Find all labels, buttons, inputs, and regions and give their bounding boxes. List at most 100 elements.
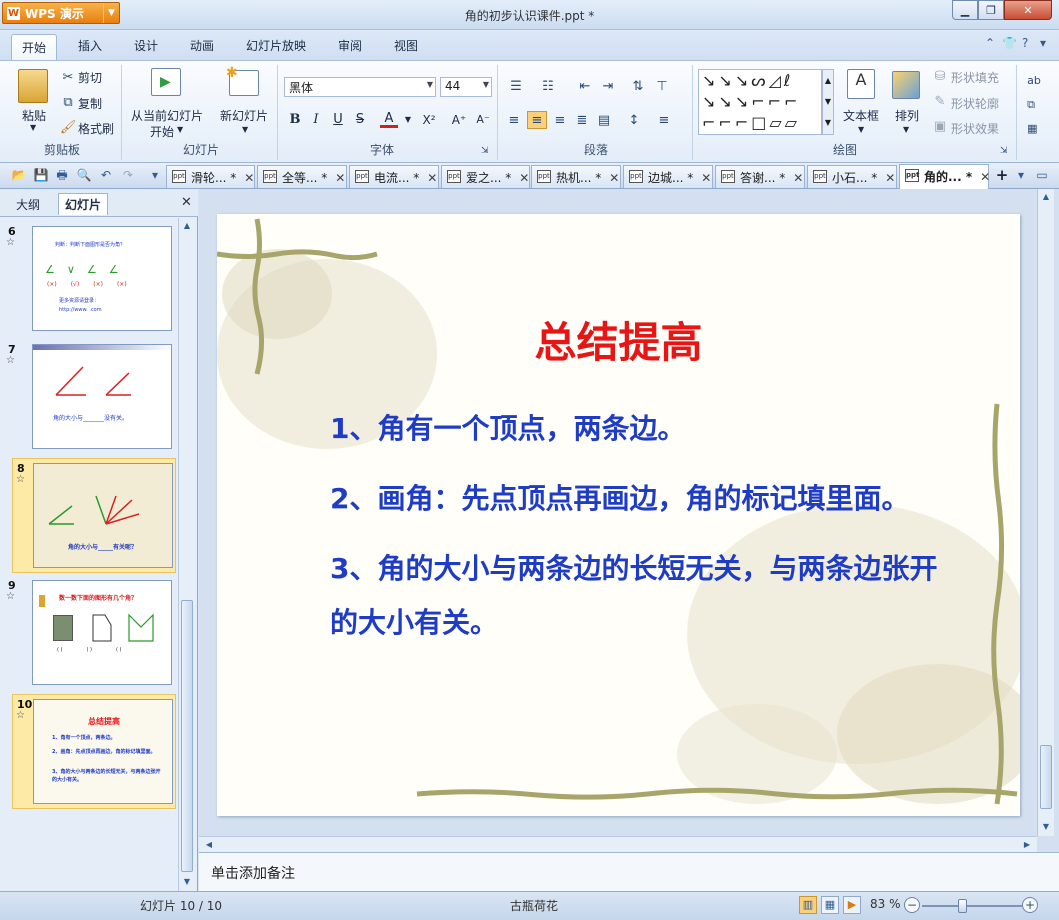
justify-icon[interactable]: ≣ (572, 111, 592, 129)
minimize-button[interactable]: ▁ (952, 0, 978, 20)
close-tab-icon[interactable]: ✕ (335, 171, 345, 185)
shapes-gallery-scroll[interactable]: ▲ ▼ ▼ (822, 69, 834, 135)
close-tab-icon[interactable]: ✕ (244, 171, 254, 185)
new-slide-icon[interactable]: ✱ (226, 65, 259, 96)
paste-icon[interactable] (18, 69, 48, 103)
print-icon[interactable]: 🖶 (54, 167, 70, 183)
thumbnail-9[interactable]: 9 ☆ 数一数下面的图形有几个角？ ( )( )( ) (0, 576, 178, 691)
close-window-button[interactable]: ✕ (1004, 0, 1052, 20)
scroll-up-icon[interactable]: ▲ (1038, 189, 1054, 205)
more-icon[interactable]: ▾ (1040, 36, 1046, 50)
doc-tab-4[interactable]: ppt 爱之... * ✕ (441, 165, 530, 188)
scroll-right-icon[interactable]: ▶ (1019, 837, 1035, 853)
print-preview-icon[interactable]: 🔍 (76, 167, 92, 183)
thumbnail-10[interactable]: 10 ☆ 总结提高 1、角有一个顶点，两条边。 2、画角：先点顶点再画边，角的标… (12, 694, 176, 809)
slide-vertical-scrollbar[interactable]: ▲ ▼ (1037, 189, 1054, 836)
slideshow-view-button[interactable]: ▶ (843, 896, 861, 914)
slide-title[interactable]: 总结提高 (217, 309, 1020, 370)
save-icon[interactable]: 💾 (33, 167, 49, 183)
chevron-down-icon[interactable]: ▼ (177, 125, 183, 134)
doc-tab-5[interactable]: ppt 热机... * ✕ (531, 165, 621, 188)
paste-dropdown-icon[interactable]: ▼ (30, 123, 36, 132)
scroll-down-icon[interactable]: ▼ (179, 874, 195, 890)
chevron-down-icon[interactable]: ▼ (399, 111, 417, 129)
increase-indent-icon[interactable]: ⇥ (598, 77, 618, 95)
undo-icon[interactable]: ↶ (98, 167, 114, 183)
columns-icon[interactable]: ≡ (654, 111, 674, 129)
tab-slides[interactable]: 幻灯片 (58, 193, 109, 215)
font-name-select[interactable]: 黑体 ▼ (284, 77, 436, 97)
shapes-gallery[interactable]: ↘↘↘ᔕ◿ℓ ↘↘↘⌐⌐⌐ ⌐⌐⌐□▱▱ (698, 69, 822, 135)
align-left-icon[interactable]: ≡ (504, 111, 524, 129)
thumbnail-7[interactable]: 7 ☆ 角的大小与_______没有关。 (0, 340, 178, 455)
font-size-select[interactable]: 44 ▼ (440, 77, 492, 97)
copy-button[interactable]: 复制 (78, 95, 102, 112)
tab-outline[interactable]: 大纲 (10, 194, 46, 215)
decrease-indent-icon[interactable]: ⇤ (575, 77, 595, 95)
doc-tab-active[interactable]: ppt 角的... * ✕ (899, 164, 990, 189)
doc-tab-7[interactable]: ppt 答谢... * ✕ (715, 165, 805, 188)
bullets-icon[interactable]: ☰ (506, 77, 526, 95)
close-tab-icon[interactable]: ✕ (885, 171, 895, 185)
line-spacing-icon[interactable]: ↕ (624, 111, 644, 129)
redo-icon[interactable]: ↷ (120, 167, 136, 183)
open-folder-icon[interactable]: 📂 (11, 167, 27, 183)
drawing-dialog-launcher-icon[interactable]: ⇲ (1000, 146, 1008, 156)
font-dialog-launcher-icon[interactable]: ⇲ (481, 146, 489, 156)
doc-tab-2[interactable]: ppt 全等... * ✕ (257, 165, 347, 188)
chevron-down-icon[interactable]: ▼ (242, 125, 248, 134)
shape-fill-button[interactable]: 形状填充 (951, 69, 999, 86)
doc-tab-3[interactable]: ppt 电流... * ✕ (349, 165, 439, 188)
zoom-slider-knob[interactable] (958, 899, 967, 913)
zoom-in-button[interactable]: + (1022, 897, 1038, 913)
bold-button[interactable]: B (286, 111, 304, 129)
underline-button[interactable]: U (329, 111, 347, 129)
font-color-button[interactable]: A (380, 110, 398, 128)
chevron-down-icon[interactable]: ▼ (858, 125, 864, 134)
close-tab-icon[interactable]: ✕ (427, 171, 437, 185)
tab-list-icon[interactable]: ▾ (1013, 167, 1029, 183)
customize-toolbar-icon[interactable]: ▾ (147, 167, 163, 183)
tab-review[interactable]: 审阅 (338, 37, 362, 54)
expand-ribbon-icon[interactable]: ⌃ (985, 36, 995, 50)
close-tab-icon[interactable]: ✕ (609, 171, 619, 185)
align-center-icon[interactable]: ≡ (527, 111, 547, 129)
slide-canvas[interactable]: 总结提高 1、角有一个顶点，两条边。 2、画角：先点顶点再画边，角的标记填里面。… (217, 214, 1020, 816)
align-right-icon[interactable]: ≡ (550, 111, 570, 129)
shrink-font-button[interactable]: A⁻ (474, 111, 492, 129)
textbox-icon[interactable]: A (847, 69, 875, 99)
tab-insert[interactable]: 插入 (78, 37, 102, 54)
shape-effects-button[interactable]: 形状效果 (951, 120, 999, 137)
text-direction-icon[interactable]: ⇅ (628, 77, 648, 95)
slide-body-text[interactable]: 1、角有一个顶点，两条边。 2、画角：先点顶点再画边，角的标记填里面。 3、角的… (330, 402, 950, 666)
grow-font-button[interactable]: A⁺ (450, 111, 468, 129)
strikethrough-button[interactable]: S (351, 111, 369, 129)
tab-view[interactable]: 视图 (394, 37, 418, 54)
thumbnail-8[interactable]: 8 ☆ 角的大小与_____有关呢？ (12, 458, 176, 573)
maximize-button[interactable]: ❐ (978, 0, 1004, 20)
scroll-up-icon[interactable]: ▲ (179, 218, 195, 234)
distribute-icon[interactable]: ▤ (594, 111, 614, 129)
close-tab-icon[interactable]: ✕ (701, 171, 711, 185)
play-from-current-icon[interactable]: ▶ (151, 68, 181, 96)
skin-icon[interactable]: 👕 (1002, 36, 1017, 50)
overflow-styles-icon[interactable]: ab ⧉ ▦ (1024, 69, 1044, 141)
arrange-button[interactable]: 排列 (895, 107, 919, 124)
scroll-thumb[interactable] (181, 600, 193, 872)
new-tab-icon[interactable]: + (994, 167, 1010, 183)
arrange-icon[interactable] (892, 71, 920, 99)
thumbnail-6[interactable]: 6 ☆ 判断：判断下面图形是否为角？ ∠∨∠∠ (×) (√) (×) (×) 更多资… (0, 222, 178, 337)
scroll-thumb[interactable] (1040, 745, 1052, 809)
tab-home[interactable]: 开始 (11, 34, 58, 60)
new-slide-button[interactable]: 新幻灯片 (220, 107, 268, 124)
thumbnail-scrollbar[interactable]: ▲ ▼ (178, 218, 195, 891)
notes-pane[interactable]: 单击添加备注 (199, 852, 1059, 891)
play-from-current-button[interactable]: 从当前幻灯片 (131, 107, 203, 124)
format-painter-button[interactable]: 格式刷 (78, 120, 114, 137)
cut-button[interactable]: 剪切 (78, 69, 102, 86)
tab-slideshow[interactable]: 幻灯片放映 (246, 37, 306, 54)
chevron-down-icon[interactable]: ▼ (903, 125, 909, 134)
scroll-left-icon[interactable]: ◀ (201, 837, 217, 853)
normal-view-button[interactable]: ▥ (799, 896, 817, 914)
tab-design[interactable]: 设计 (134, 37, 158, 54)
